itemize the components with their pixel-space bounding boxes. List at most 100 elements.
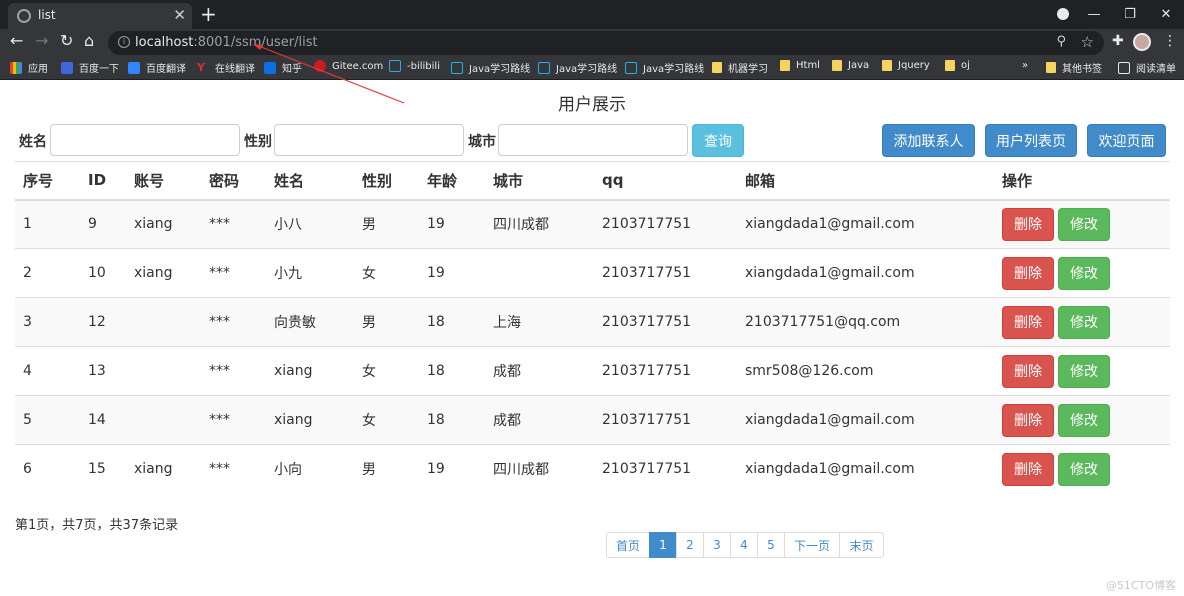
user-table: 序号 ID 账号 密码 姓名 性别 年龄 城市 qq 邮箱 操作 1 9 xiang… [15,161,1170,494]
address-bar[interactable]: i localhost:8001/ssm/user/list ⚲ ☆ [108,31,1104,55]
folder-icon [832,60,842,71]
password-cell: *** [201,444,266,494]
bookmark-item[interactable]: 百度翻译 [128,60,186,75]
column-header: qq [594,161,737,201]
column-header: 年龄 [419,161,485,201]
bookmark-folder[interactable]: oj [945,60,970,71]
bookmark-folder[interactable]: Html [780,60,820,71]
edit-button[interactable]: 修改 [1058,403,1110,437]
delete-button[interactable]: 删除 [1002,354,1054,388]
email-cell: xiangdada1@gmail.com [737,395,994,445]
bookmark-item[interactable]: 知乎 [264,60,302,75]
gender-search-input[interactable] [274,124,464,156]
browser-tab[interactable]: list ✕ [8,3,192,29]
delete-button[interactable]: 删除 [1002,305,1054,339]
first-page-link[interactable]: 首页 [606,532,650,558]
query-button[interactable]: 查询 [692,124,744,157]
bookmark-item[interactable]: Y 在线翻译 [197,60,255,75]
page-link[interactable]: 3 [703,532,731,558]
city-cell: 四川成都 [485,444,594,494]
password-cell: *** [201,297,266,347]
city-cell: 上海 [485,297,594,347]
bookmark-folder[interactable]: Java [832,60,869,71]
home-icon[interactable]: ⌂ [84,31,94,50]
actions-cell: 删除 修改 [994,248,1170,298]
last-page-link[interactable]: 末页 [839,532,884,558]
bookmark-apps[interactable]: 应用 [10,60,48,75]
page-link[interactable]: 1 [649,532,677,558]
edit-button[interactable]: 修改 [1058,452,1110,486]
delete-button[interactable]: 删除 [1002,256,1054,290]
id-cell: 14 [80,395,126,445]
add-contact-button[interactable]: 添加联系人 [882,124,975,157]
close-tab-icon[interactable]: ✕ [173,6,186,24]
back-icon[interactable]: ← [10,31,23,50]
zoom-icon[interactable]: ⚲ [1056,34,1066,49]
bookmark-item[interactable]: Gitee.com [314,60,383,72]
qq-cell: 2103717751 [594,297,737,347]
translate-icon [128,61,140,74]
table-row: 2 10 xiang *** 小九女 19 2103717751 xiangdada1@gma… [15,248,1170,298]
id-cell: 10 [80,248,126,298]
extensions-icon[interactable]: ✚ [1112,33,1124,49]
city-search-input[interactable] [498,124,688,156]
forward-icon[interactable]: → [35,31,48,50]
user-list-button[interactable]: 用户列表页 [985,124,1077,157]
age-cell: 19 [419,248,485,298]
name-label: 姓名 [19,134,47,150]
edit-button[interactable]: 修改 [1058,207,1110,241]
id-cell: 13 [80,346,126,396]
url-text[interactable]: localhost:8001/ssm/user/list [135,35,318,50]
page-link[interactable]: 5 [757,532,785,558]
bookmark-star-icon[interactable]: ☆ [1081,33,1094,51]
pagination: 首页 1 2 3 4 5 下一页 末页 [606,532,884,558]
avatar[interactable] [1133,33,1151,51]
window-close-icon[interactable]: ✕ [1148,7,1184,22]
edit-button[interactable]: 修改 [1058,256,1110,290]
tab-search-icon[interactable] [1057,8,1069,20]
edit-button[interactable]: 修改 [1058,305,1110,339]
other-bookmarks[interactable]: 其他书签 [1046,60,1102,75]
kebab-menu-icon[interactable]: ⋮ [1163,33,1177,49]
bookmark-item[interactable]: Java学习路线 [451,60,530,75]
actions-cell: 删除 修改 [994,297,1170,347]
edit-button[interactable]: 修改 [1058,354,1110,388]
gender-cell: 女 [354,346,419,396]
password-cell: *** [201,199,266,249]
delete-button[interactable]: 删除 [1002,403,1054,437]
bookmark-item[interactable]: Java学习路线 [538,60,617,75]
bookmark-item[interactable]: 百度一下 [61,60,119,75]
bookmark-item[interactable]: -bilibili [389,60,440,72]
gender-cell: 女 [354,248,419,298]
next-page-link[interactable]: 下一页 [784,532,840,558]
bilibili-icon [389,60,401,72]
reading-list[interactable]: 阅读清单 [1118,60,1176,75]
qq-cell: 2103717751 [594,444,737,494]
name-search-input[interactable] [50,124,240,156]
reading-list-icon [1118,61,1130,74]
delete-button[interactable]: 删除 [1002,207,1054,241]
reload-icon[interactable]: ↻ [60,31,73,50]
bookmark-folder[interactable]: 机器学习 [712,60,768,75]
apps-grid-icon [10,61,22,74]
minimize-icon[interactable]: — [1076,7,1112,22]
password-cell: *** [201,346,266,396]
bookmark-folder[interactable]: Jquery [882,60,930,71]
bookmarks-more[interactable]: » [1022,60,1028,71]
table-row: 1 9 xiang *** 小八男 19 四川成都 2103717751 xiangdada1@… [15,199,1170,249]
age-cell: 18 [419,297,485,347]
delete-button[interactable]: 删除 [1002,452,1054,486]
qq-cell: 2103717751 [594,346,737,396]
restore-icon[interactable]: ❐ [1112,7,1148,22]
new-tab-icon[interactable]: + [200,2,217,26]
column-header: 密码 [201,161,266,201]
bookmark-item[interactable]: Java学习路线 [625,60,704,75]
info-icon[interactable]: i [118,36,130,48]
page-link[interactable]: 2 [676,532,704,558]
row-number-cell: 2 [15,248,80,298]
page-link[interactable]: 4 [730,532,758,558]
account-cell [126,395,201,445]
email-cell: xiangdada1@gmail.com [737,248,994,298]
welcome-button[interactable]: 欢迎页面 [1087,124,1166,157]
actions-cell: 删除 修改 [994,395,1170,445]
